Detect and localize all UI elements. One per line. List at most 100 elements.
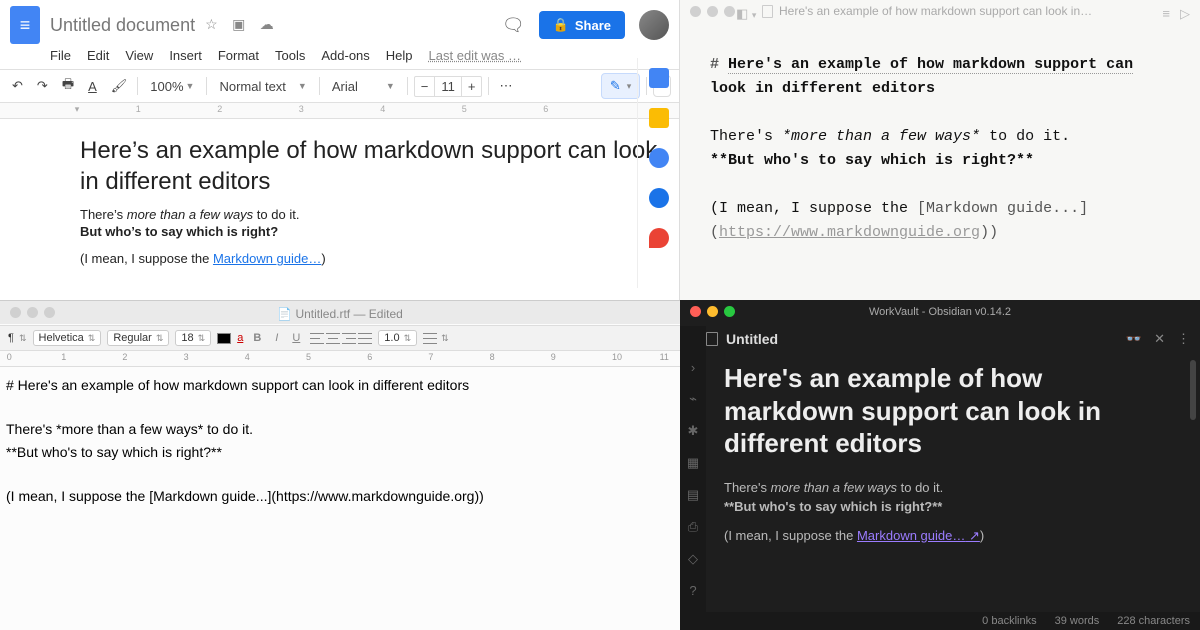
scrollbar[interactable] [1190, 360, 1196, 420]
more-tools-icon[interactable]: ⋯ [495, 76, 516, 96]
status-chars[interactable]: 228 characters [1117, 615, 1190, 627]
text-color-underline-icon[interactable]: a [237, 332, 243, 344]
note-tab-title[interactable]: Untitled [726, 331, 778, 347]
menu-addons[interactable]: Add-ons [321, 48, 369, 63]
reading-view-icon[interactable]: 👓 [1126, 331, 1142, 347]
underline-button[interactable]: U [288, 331, 304, 345]
help-icon[interactable]: ? [689, 583, 696, 598]
canvas-icon[interactable]: ▦ [687, 455, 699, 471]
ruler-triangle-icon[interactable]: ▾ [75, 104, 80, 115]
redo-icon[interactable]: ↷ [33, 76, 52, 96]
tasks-icon[interactable] [649, 148, 669, 168]
print-icon[interactable]: 🖶 [58, 73, 78, 99]
keep-icon[interactable] [649, 108, 669, 128]
status-words[interactable]: 39 words [1055, 615, 1100, 627]
font-family-select[interactable]: Helvetica⇅ [33, 330, 102, 346]
spellcheck-icon[interactable]: A [84, 77, 101, 96]
italic-button[interactable]: I [271, 331, 282, 345]
te-line4[interactable]: (I mean, I suppose the [Markdown guide..… [6, 486, 674, 507]
font-size-value[interactable]: 11 [434, 77, 462, 96]
menu-format[interactable]: Format [218, 48, 259, 63]
document-body[interactable]: Here’s an example of how markdown suppor… [0, 119, 679, 266]
play-preview-icon[interactable]: ▷ [1180, 6, 1190, 22]
markdown-guide-link[interactable]: Markdown guide… ↗ [857, 528, 980, 543]
font-family-select[interactable]: Arial▼ [326, 79, 401, 94]
line-spacing-select[interactable]: 1.0⇅ [378, 330, 417, 346]
te-line1[interactable]: # Here's an example of how markdown supp… [6, 375, 674, 396]
undo-icon[interactable]: ↶ [8, 76, 27, 96]
align-center-icon[interactable] [326, 333, 340, 344]
docs-logo-icon[interactable]: ≡ [10, 6, 40, 44]
menu-file[interactable]: File [50, 48, 71, 63]
align-right-icon[interactable] [342, 333, 356, 344]
move-folder-icon[interactable]: ▣ [232, 16, 245, 32]
format-bar: ¶ ⇅ Helvetica⇅ Regular⇅ 18⇅ a B I U 1.0⇅… [0, 325, 680, 351]
daily-note-icon[interactable]: ▤ [687, 487, 699, 503]
menu-bar: File Edit View Insert Format Tools Add-o… [0, 44, 679, 69]
align-justify-icon[interactable] [358, 333, 372, 344]
list-style-dropdown[interactable]: ⇅ [441, 333, 449, 344]
status-backlinks[interactable]: 0 backlinks [982, 615, 1036, 627]
doc-line2[interactable]: But who’s to say which is right? [80, 224, 679, 239]
markdown-guide-link[interactable]: Markdown guide… [213, 251, 321, 266]
paragraph-icon[interactable]: ¶ ⇅ [8, 332, 27, 344]
close-tab-icon[interactable]: ✕ [1154, 331, 1165, 347]
templates-icon[interactable]: ⎙ [688, 519, 698, 535]
te-line2[interactable]: There's *more than a few ways* to do it. [6, 419, 674, 440]
markdown-guide-url[interactable]: https://www.markdownguide.org [719, 224, 980, 241]
share-button[interactable]: 🔒 Share [539, 11, 625, 39]
align-left-icon[interactable] [310, 333, 324, 344]
doc-line3[interactable]: (I mean, I suppose the Markdown guide…) [80, 251, 679, 266]
doc-title[interactable]: Untitled document [50, 15, 195, 36]
graph-view-icon[interactable]: ✱ [688, 423, 699, 439]
traffic-close-icon[interactable] [690, 6, 701, 17]
textedit-body[interactable]: # Here's an example of how markdown supp… [0, 367, 680, 517]
textedit-ruler[interactable]: 0 1 2 3 4 5 6 7 8 9 10 11 [0, 351, 680, 367]
editing-mode-button[interactable]: ✎▾ [601, 73, 640, 99]
doc-heading[interactable]: Here’s an example of how markdown suppor… [80, 135, 679, 197]
traffic-max-icon[interactable] [724, 6, 735, 17]
traffic-min-icon[interactable] [707, 6, 718, 17]
menu-help[interactable]: Help [386, 48, 413, 63]
font-size-stepper[interactable]: − 11 + [414, 76, 483, 97]
zoom-select[interactable]: 100%▼ [144, 79, 200, 94]
user-avatar[interactable] [639, 10, 669, 40]
ruler[interactable]: ▾ 1 2 3 4 5 6 [0, 103, 679, 119]
note-line3[interactable]: (I mean, I suppose the Markdown guide… ↗… [724, 528, 1176, 544]
menu-tools[interactable]: Tools [275, 48, 305, 63]
settings-slider-icon[interactable]: ≡ [1162, 6, 1170, 22]
last-edit-link[interactable]: Last edit was … [429, 48, 522, 63]
menu-view[interactable]: View [125, 48, 153, 63]
obsidian-ribbon: › ⌁ ✱ ▦ ▤ ⎙ ◇ ? [680, 326, 706, 612]
contacts-icon[interactable] [649, 188, 669, 208]
te-line3[interactable]: **But who's to say which is right?** [6, 442, 674, 463]
bullet-list-icon[interactable] [423, 333, 437, 344]
quick-switcher-icon[interactable]: ⌁ [689, 391, 697, 407]
expand-sidebar-icon[interactable]: › [691, 360, 695, 375]
font-size-select[interactable]: 18⇅ [175, 330, 211, 346]
command-palette-icon[interactable]: ◇ [688, 551, 698, 567]
maps-icon[interactable] [649, 228, 669, 248]
note-line1[interactable]: There's more than a few ways to do it. [724, 480, 1176, 495]
sidebar-toggle-icon[interactable]: ◧ ▾ [736, 6, 756, 22]
menu-edit[interactable]: Edit [87, 48, 109, 63]
doc-line1[interactable]: There’s more than a few ways to do it. [80, 207, 679, 222]
comments-icon[interactable]: 🗨 [502, 15, 525, 36]
plaintext-editor-panel: ◧ ▾ Here's an example of how markdown su… [680, 0, 1200, 300]
note-heading[interactable]: Here's an example of how markdown suppor… [724, 362, 1176, 460]
tab-more-icon[interactable]: ⋮ [1177, 331, 1190, 347]
font-size-decrease[interactable]: − [415, 77, 435, 96]
bold-button[interactable]: B [249, 331, 265, 345]
obsidian-panel: WorkVault - Obsidian v0.14.2 Untitled 👓 … [680, 300, 1200, 630]
editor-body[interactable]: # Here's an example of how markdown supp… [680, 23, 1200, 245]
paint-format-icon[interactable]: 🖌 [107, 76, 132, 96]
paragraph-style-select[interactable]: Normal text▼ [213, 79, 312, 94]
calendar-icon[interactable] [649, 68, 669, 88]
menu-insert[interactable]: Insert [169, 48, 202, 63]
note-line2[interactable]: **But who's to say which is right?** [724, 499, 1176, 514]
text-color-swatch[interactable] [217, 333, 231, 344]
font-style-select[interactable]: Regular⇅ [107, 330, 169, 346]
obsidian-note-body[interactable]: Here's an example of how markdown suppor… [724, 362, 1176, 548]
star-icon[interactable]: ☆ [205, 16, 218, 32]
font-size-increase[interactable]: + [462, 77, 482, 96]
